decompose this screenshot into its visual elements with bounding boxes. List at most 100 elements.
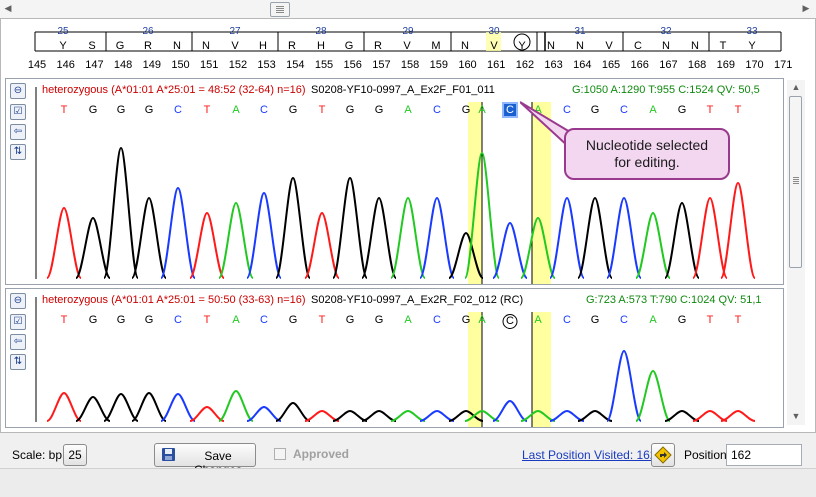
base-call[interactable]: G [678,104,687,116]
trace-panel-forward[interactable]: ⊖ ☑ ⇦ ⇅ heterozygous (A*01:01 A*25:01 = … [5,78,784,285]
callout-tooltip: Nucleotide selected for editing. [564,128,730,180]
horizontal-scrollbar[interactable]: ◀ ▶ [0,0,816,19]
base-call[interactable]: T [319,104,326,116]
base-call[interactable]: G [289,104,298,116]
amino-acid: V [403,40,411,52]
selected-base-call[interactable]: C [502,102,518,118]
base-call[interactable]: T [319,314,326,326]
codon-number: 25 [57,26,69,37]
position-number: 162 [515,59,535,71]
amino-acid: N [662,40,670,52]
ambiguous-base-call[interactable]: C [502,314,518,329]
base-call[interactable]: C [260,104,268,116]
goto-position-button[interactable] [651,443,675,467]
scroll-left-icon[interactable]: ◀ [2,2,14,15]
position-number: 171 [774,59,793,71]
horizontal-scroll-thumb[interactable] [270,2,290,17]
scroll-up-icon[interactable]: ▲ [790,81,802,94]
base-call[interactable]: G [346,314,355,326]
approved-checkbox[interactable] [274,448,286,460]
base-call[interactable]: G [145,314,154,326]
scale-value-button[interactable]: 25 [63,444,87,466]
base-call[interactable]: A [232,314,239,326]
last-position-link[interactable]: Last Position Visited: 162 [522,448,657,462]
base-call[interactable]: G [89,104,98,116]
position-number: 148 [113,59,133,71]
scroll-right-icon[interactable]: ▶ [800,2,812,15]
base-call[interactable]: C [620,314,628,326]
position-input[interactable]: 162 [726,444,802,466]
base-call[interactable]: G [117,104,126,116]
base-call[interactable]: A [404,314,411,326]
base-call[interactable]: T [204,104,211,116]
base-call[interactable]: C [174,314,182,326]
base-call[interactable]: T [707,314,714,326]
peak-C [419,409,455,422]
base-call[interactable]: G [591,104,600,116]
peak-T [46,206,82,279]
amino-acid: N [173,40,181,52]
base-call[interactable]: A [478,104,485,116]
base-call[interactable]: T [61,104,68,116]
base-call[interactable]: A [232,104,239,116]
amino-acid: R [144,40,152,52]
base-call[interactable]: G [462,314,471,326]
vertical-scroll-thumb[interactable] [789,96,802,268]
amino-acid: C [634,40,642,52]
base-call[interactable]: C [260,314,268,326]
base-call[interactable]: A [649,104,656,116]
peak-T [189,405,225,422]
base-call[interactable]: A [404,104,411,116]
highlight-column [532,312,551,427]
amino-acid: M [431,40,441,52]
base-call[interactable]: T [707,104,714,116]
base-call[interactable]: T [204,314,211,326]
base-call[interactable]: T [735,314,742,326]
base-call[interactable]: G [375,104,384,116]
base-call[interactable]: T [735,104,742,116]
base-call[interactable]: G [678,314,687,326]
scale-label: Scale: bp [12,448,63,462]
peak-C [419,196,455,279]
peak-T [189,211,225,279]
amino-acid: N [576,40,584,52]
base-call[interactable]: G [145,104,154,116]
base-call[interactable]: A [534,314,541,326]
position-number: 146 [56,59,75,71]
base-call[interactable]: G [462,104,471,116]
base-call[interactable]: G [89,314,98,326]
peak-T [692,409,728,422]
base-call[interactable]: C [433,104,441,116]
vertical-scrollbar[interactable]: ▲ ▼ [787,80,805,425]
base-call[interactable]: A [649,314,656,326]
chromatogram-reverse[interactable] [6,289,783,427]
base-call[interactable]: G [591,314,600,326]
codon-ruler: 25 26 27 28 29 30 31 32 33 Y S G R N N V H R H G R V M N V Y N N V C… [0,18,816,76]
peak-G [75,395,111,422]
amino-acid: N [547,40,555,52]
base-call[interactable]: C [174,104,182,116]
base-call[interactable]: C [433,314,441,326]
scroll-down-icon[interactable]: ▼ [790,410,802,423]
save-changes-button[interactable]: Save Changes [154,443,256,477]
position-number: 159 [429,59,448,71]
base-call[interactable]: G [289,314,298,326]
position-number: 170 [745,59,764,71]
position-number: 157 [372,59,391,71]
position-number: 155 [314,59,334,71]
peak-T [720,181,756,279]
base-call[interactable]: C [563,314,571,326]
position-number: 151 [200,59,219,71]
peak-G [103,392,139,422]
base-call[interactable]: A [478,314,485,326]
peak-A [635,369,671,422]
base-call[interactable]: G [346,104,355,116]
base-call[interactable]: G [117,314,126,326]
base-call[interactable]: C [620,104,628,116]
base-call[interactable]: T [61,314,68,326]
amino-acid: T [719,40,727,52]
position-number: 164 [573,59,592,71]
position-number: 167 [659,59,678,71]
base-call[interactable]: G [375,314,384,326]
trace-panel-reverse[interactable]: ⊖ ☑ ⇦ ⇅ heterozygous (A*01:01 A*25:01 = … [5,288,784,428]
